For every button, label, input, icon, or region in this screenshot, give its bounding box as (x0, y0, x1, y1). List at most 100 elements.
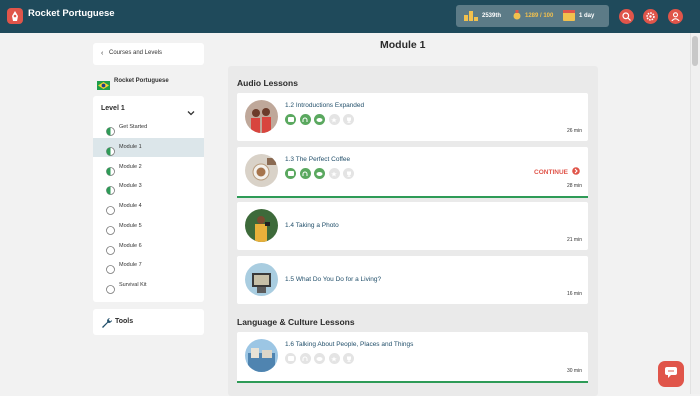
sidebar-item-module-1[interactable]: Module 1 (93, 138, 204, 157)
rank-stat: 2539th (464, 5, 501, 27)
medal-icon (513, 10, 521, 22)
lesson-card[interactable]: 1.2 Introductions Expanded 26 min (237, 93, 588, 141)
sidebar-item-module-6[interactable]: Module 6 (93, 237, 204, 256)
star-icon[interactable] (328, 353, 340, 364)
rank-value: 2539th (482, 13, 502, 19)
star-icon[interactable] (328, 114, 340, 125)
lesson-card[interactable]: 1.6 Talking About People, Places and Thi… (237, 332, 588, 383)
lesson-progress-bar (237, 381, 588, 383)
chat-button[interactable] (658, 361, 684, 387)
lesson-duration: 28 min (566, 183, 582, 189)
brand-name[interactable]: Rocket Portuguese (28, 8, 115, 19)
empty-progress-icon (106, 261, 115, 274)
continue-label: CONTINUE (534, 168, 568, 176)
empty-progress-icon (106, 222, 115, 235)
lesson-thumbnail (245, 209, 278, 242)
level-nav: Level 1 Get Started Module 1 Module 2 Mo… (93, 96, 204, 302)
empty-progress-icon (106, 242, 115, 255)
page-title: Module 1 (380, 39, 426, 51)
lesson-activity-icons (285, 114, 358, 125)
sidebar-item-survival-kit[interactable]: Survival Kit (93, 276, 204, 295)
lesson-progress-bar (237, 196, 588, 198)
lesson-duration: 26 min (566, 128, 582, 134)
sidebar-item-label: Module 3 (119, 183, 142, 189)
cloud-icon[interactable] (314, 353, 325, 364)
sidebar-item-module-5[interactable]: Module 5 (93, 217, 204, 236)
trophy-icon[interactable] (343, 353, 354, 364)
half-progress-icon (106, 143, 115, 156)
podium-icon (464, 9, 478, 23)
lesson-duration: 16 min (566, 291, 582, 297)
headphones-icon[interactable] (299, 168, 311, 179)
section-heading-audio-lessons: Audio Lessons (237, 78, 298, 88)
trophy-icon[interactable] (343, 168, 354, 179)
lesson-thumbnail (245, 263, 278, 296)
sidebar-item-label: Module 6 (119, 243, 142, 249)
lesson-title[interactable]: 1.2 Introductions Expanded (285, 102, 364, 109)
lesson-title[interactable]: 1.6 Talking About People, Places and Thi… (285, 341, 413, 348)
courses-and-levels-link[interactable]: ‹ Courses and Levels (93, 43, 204, 65)
continue-button[interactable]: CONTINUE (534, 167, 580, 177)
user-icon (671, 8, 680, 26)
sidebar-item-label: Module 7 (119, 262, 142, 268)
sidebar-item-get-started[interactable]: Get Started (93, 118, 204, 137)
lesson-thumbnail (245, 339, 278, 372)
sidebar-item-label: Get Started (119, 124, 148, 130)
lesson-title[interactable]: 1.5 What Do You Do for a Living? (285, 276, 381, 283)
headphones-icon[interactable] (299, 353, 311, 364)
search-button[interactable] (619, 9, 634, 24)
lesson-audio-icon[interactable] (285, 168, 296, 179)
lesson-activity-icons (285, 353, 358, 364)
scrollbar-thumb[interactable] (692, 36, 698, 66)
back-label: Courses and Levels (109, 50, 163, 56)
course-name: Rocket Portuguese (114, 78, 169, 84)
stats-bar: 2539th 1289 / 100 1 day (456, 5, 609, 27)
sidebar-item-label: Module 5 (119, 223, 142, 229)
lesson-duration: 30 min (566, 368, 582, 374)
sidebar-item-label: Module 1 (119, 144, 142, 150)
sidebar-item-module-3[interactable]: Module 3 (93, 177, 204, 196)
cloud-icon[interactable] (314, 114, 325, 125)
lesson-card[interactable]: 1.5 What Do You Do for a Living? 16 min (237, 256, 588, 304)
profile-button[interactable] (668, 9, 683, 24)
lesson-audio-icon[interactable] (285, 114, 296, 125)
lesson-thumbnail (245, 100, 278, 133)
half-progress-icon (106, 182, 115, 195)
section-heading-language-culture-lessons: Language & Culture Lessons (237, 317, 355, 327)
sidebar-item-module-4[interactable]: Module 4 (93, 197, 204, 216)
sidebar-item-label: Module 4 (119, 203, 142, 209)
wrench-icon (101, 316, 113, 334)
lesson-card[interactable]: 1.3 The Perfect Coffee CONTINUE 28 min (237, 147, 588, 198)
lesson-card[interactable]: 1.4 Taking a Photo 21 min (237, 202, 588, 250)
tools-link[interactable]: Tools (93, 309, 204, 335)
empty-progress-icon (106, 202, 115, 215)
level-heading[interactable]: Level 1 (101, 105, 125, 112)
star-icon[interactable] (328, 168, 340, 179)
lesson-thumbnail (245, 154, 278, 187)
scrollbar[interactable] (690, 33, 700, 394)
calendar-icon (563, 9, 575, 23)
half-progress-icon (106, 163, 115, 176)
empty-progress-icon (106, 281, 115, 294)
headphones-icon[interactable] (299, 114, 311, 125)
lesson-duration: 21 min (566, 237, 582, 243)
lesson-title[interactable]: 1.3 The Perfect Coffee (285, 156, 350, 163)
sidebar-item-module-2[interactable]: Module 2 (93, 158, 204, 177)
points-value: 1289 / 100 (525, 13, 554, 19)
lesson-audio-icon[interactable] (285, 353, 296, 364)
search-icon (622, 8, 631, 26)
cloud-icon[interactable] (314, 168, 325, 179)
chat-bubble-icon (665, 365, 677, 383)
rocket-logo-icon[interactable] (7, 8, 23, 24)
half-progress-icon (106, 123, 115, 136)
sidebar-item-module-7[interactable]: Module 7 (93, 256, 204, 275)
streak-value: 1 day (579, 13, 595, 19)
settings-button[interactable] (643, 9, 658, 24)
chevron-left-icon: ‹ (101, 50, 104, 57)
trophy-icon[interactable] (343, 114, 354, 125)
chevron-right-circle-icon (572, 167, 580, 177)
sidebar-item-label: Module 2 (119, 164, 142, 170)
brazil-flag-icon (97, 77, 110, 90)
tools-label: Tools (115, 318, 134, 325)
lesson-title[interactable]: 1.4 Taking a Photo (285, 222, 339, 229)
